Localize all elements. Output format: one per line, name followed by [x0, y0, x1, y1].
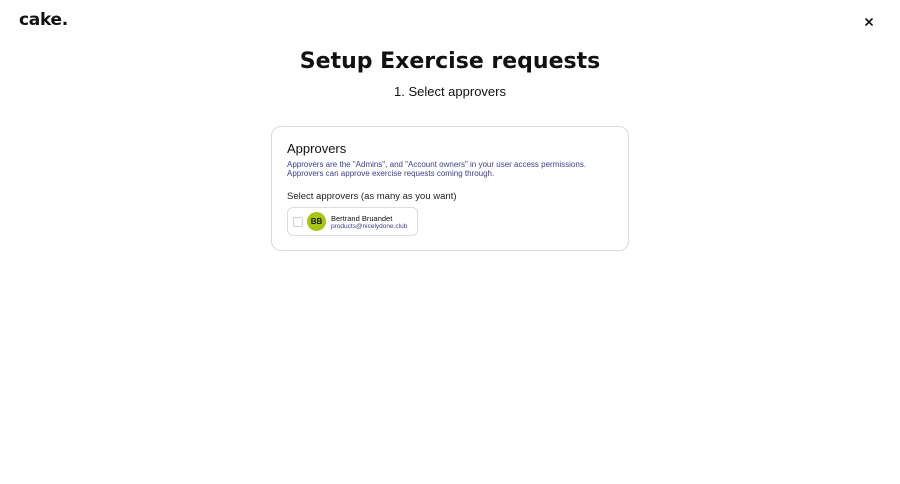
avatar: BB	[307, 212, 326, 231]
approver-name: Bertrand Bruandet	[331, 214, 393, 223]
approver-option[interactable]: BB Bertrand Bruandet products@nicelydone…	[287, 207, 418, 236]
setup-exercise-page: cake. Setup Exercise requests 1. Select …	[0, 0, 900, 484]
approver-email: products@nicelydone.club	[331, 223, 408, 230]
approvers-description: Approvers are the "Admins", and "Account…	[287, 160, 587, 178]
approver-checkbox[interactable]	[293, 217, 303, 227]
page-title: Setup Exercise requests	[299, 49, 601, 74]
approvers-card-title: Approvers	[287, 141, 347, 156]
approvers-card: Approvers Approvers are the "Admins", an…	[271, 126, 629, 251]
step-label: 1. Select approvers	[393, 84, 506, 99]
close-icon	[865, 18, 873, 26]
cake-logo[interactable]: cake.	[19, 10, 68, 30]
select-approvers-label: Select approvers (as many as you want)	[287, 191, 457, 202]
close-button[interactable]	[860, 13, 878, 31]
